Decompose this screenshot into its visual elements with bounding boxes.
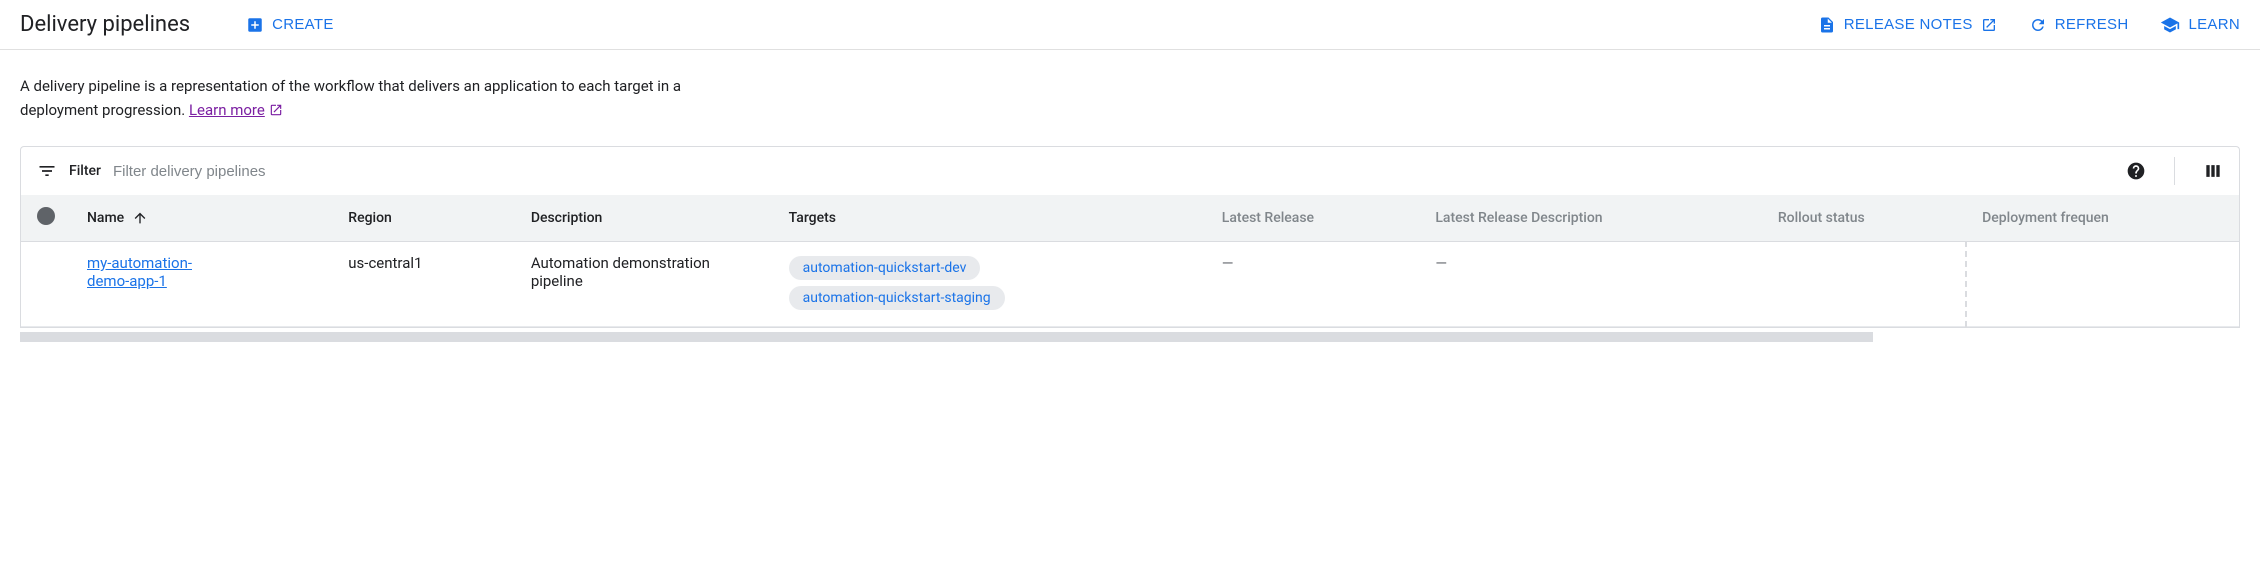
status-header-dot (37, 207, 55, 225)
target-chip[interactable]: automation-quickstart-staging (789, 286, 1005, 310)
target-chip[interactable]: automation-quickstart-dev (789, 256, 981, 280)
cell-targets: automation-quickstart-dev automation-qui… (773, 242, 1206, 327)
columns-icon[interactable] (2203, 161, 2223, 181)
refresh-icon (2029, 16, 2047, 34)
refresh-label: REFRESH (2055, 16, 2129, 33)
notes-icon (1818, 16, 1836, 34)
table-header-row: Name Region Description Targets Latest R… (21, 195, 2239, 242)
col-targets[interactable]: Targets (773, 195, 1206, 242)
pipeline-name-link[interactable]: my-automation-demo-app-1 (87, 254, 207, 290)
col-name[interactable]: Name (71, 195, 332, 242)
col-deployment-freq[interactable]: Deployment frequen (1966, 195, 2239, 242)
pipelines-table: Name Region Description Targets Latest R… (21, 195, 2239, 327)
table-row: my-automation-demo-app-1 us-central1 Aut… (21, 242, 2239, 327)
divider (2174, 157, 2175, 185)
col-rollout-status[interactable]: Rollout status (1762, 195, 1966, 242)
filter-input[interactable] (113, 163, 2114, 180)
external-link-icon (269, 103, 283, 117)
release-notes-button[interactable]: RELEASE NOTES (1818, 16, 1997, 34)
learn-label: LEARN (2188, 16, 2240, 33)
plus-icon (246, 16, 264, 34)
create-button[interactable]: CREATE (246, 16, 334, 34)
page-title: Delivery pipelines (20, 12, 190, 37)
sort-asc-icon (132, 210, 148, 226)
cell-latest-release-desc: — (1419, 242, 1761, 327)
learn-more-link[interactable]: Learn more (189, 98, 283, 122)
filter-bar: Filter (20, 146, 2240, 195)
create-label: CREATE (272, 16, 334, 33)
col-description[interactable]: Description (515, 195, 773, 242)
learn-more-label: Learn more (189, 98, 265, 122)
page-description: A delivery pipeline is a representation … (0, 50, 770, 146)
col-latest-release-desc[interactable]: Latest Release Description (1419, 195, 1761, 242)
filter-label: Filter (69, 163, 101, 179)
cell-rollout-status (1762, 242, 1966, 327)
filter-icon (37, 161, 57, 181)
col-latest-release[interactable]: Latest Release (1206, 195, 1420, 242)
learn-icon (2160, 15, 2180, 35)
cell-deployment-freq (1966, 242, 2239, 327)
cell-latest-release: — (1206, 242, 1420, 327)
cell-region: us-central1 (332, 242, 515, 327)
col-region[interactable]: Region (332, 195, 515, 242)
refresh-button[interactable]: REFRESH (2029, 16, 2129, 34)
learn-button[interactable]: LEARN (2160, 15, 2240, 35)
cell-description: Automation demonstration pipeline (515, 242, 773, 327)
help-icon[interactable] (2126, 161, 2146, 181)
release-notes-label: RELEASE NOTES (1844, 16, 1973, 33)
horizontal-scrollbar[interactable] (20, 332, 1873, 342)
external-link-icon (1981, 17, 1997, 33)
description-text: A delivery pipeline is a representation … (20, 77, 681, 119)
